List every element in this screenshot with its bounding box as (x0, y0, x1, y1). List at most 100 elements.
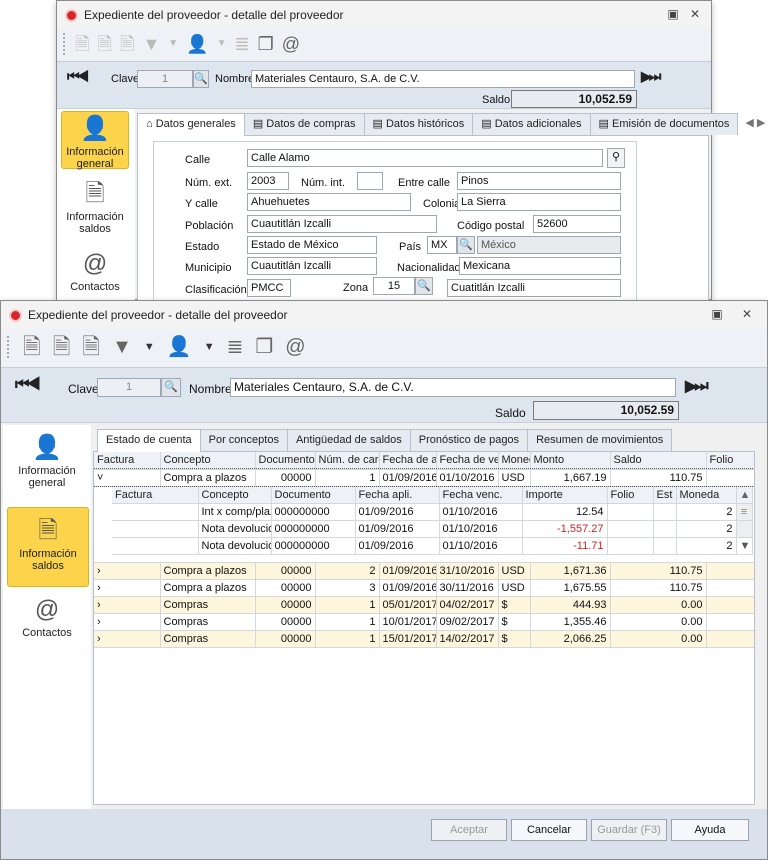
table-row[interactable]: ˅ Compra a plazos 00000 1 01/09/2016 01/… (94, 468, 754, 487)
copy-doc-icon[interactable]: ❐ (255, 337, 273, 357)
zona-field[interactable]: 15 (373, 277, 415, 295)
nombre-field[interactable]: Materiales Centauro, S.A. de C.V. (251, 70, 635, 88)
clasificacion-field[interactable]: PMCC (247, 279, 291, 297)
column-header[interactable]: Factura (112, 486, 199, 504)
tab-pronostico-pagos[interactable]: Pronóstico de pagos (409, 429, 529, 451)
calle-field[interactable]: Calle Alamo (247, 149, 603, 167)
tab-por-conceptos[interactable]: Por conceptos (199, 429, 288, 451)
expand-chevron-icon[interactable]: › (94, 596, 161, 614)
tab-datos-generales[interactable]: ⌂ Datos generales (137, 113, 245, 136)
zona-name-field[interactable]: Cuatitlán Izcalli (447, 279, 621, 297)
tab-datos-compras[interactable]: ▤ Datos de compras (243, 113, 365, 135)
detail-row-item[interactable]: Nota devolució 000000000 01/09/2016 01/1… (112, 520, 753, 538)
y-calle-field[interactable]: Ahuehuetes (247, 193, 411, 211)
expand-chevron-icon[interactable]: › (94, 630, 161, 648)
nombre-field[interactable]: Materiales Centauro, S.A. de C.V. (230, 378, 676, 397)
num-ext-field[interactable]: 2003 (247, 172, 289, 190)
table-row[interactable]: › Compras 00000 1 10/01/2017 09/02/2017 … (94, 613, 754, 631)
email-doc-icon[interactable]: @ (285, 337, 305, 357)
new-doc-icon[interactable]: 🗎 (23, 336, 41, 358)
tab-datos-adicionales[interactable]: ▤ Datos adicionales (472, 113, 591, 135)
tab-estado-cuenta[interactable]: Estado de cuenta (97, 429, 201, 452)
guardar-button[interactable]: Guardar (F3) (591, 819, 667, 841)
column-header[interactable]: Importe (522, 486, 608, 504)
scrollbar-track[interactable] (736, 520, 753, 538)
delete-doc-icon[interactable]: 🗎 (82, 336, 100, 358)
sidebar-item-contactos[interactable]: @ Contactos (7, 591, 87, 647)
filter-dropdown-icon[interactable]: ▼ (144, 341, 155, 353)
expand-chevron-icon[interactable]: › (94, 613, 161, 631)
collapse-chevron-icon[interactable]: ˅ (94, 469, 161, 487)
first-record-icon[interactable]: ⏮◀ (67, 68, 89, 85)
column-header[interactable]: Fecha de ap (379, 452, 437, 470)
coins-icon[interactable]: ≣ (227, 337, 244, 357)
edit-doc-icon[interactable]: 🗎 (53, 336, 71, 358)
search-icon[interactable]: 🔍 (161, 378, 181, 397)
restore-icon[interactable]: ▣ (709, 307, 725, 321)
tab-datos-historicos[interactable]: ▤ Datos históricos (363, 113, 474, 135)
user-money-icon[interactable]: 👤 (167, 337, 192, 357)
next-record-icon[interactable]: ▶⏭ (641, 68, 661, 85)
table-row[interactable]: › Compra a plazos 00000 3 01/09/2016 30/… (94, 579, 754, 597)
poblacion-field[interactable]: Cuautitlán Izcalli (247, 215, 437, 233)
column-header[interactable]: Monto (530, 452, 611, 470)
detail-row-item[interactable]: Int x comp/plaz 000000000 01/09/2016 01/… (112, 503, 753, 521)
cp-field[interactable]: 52600 (533, 215, 621, 233)
column-header[interactable]: Fecha venc. (439, 486, 523, 504)
column-header[interactable]: Moneda (676, 486, 737, 504)
column-header[interactable]: Fecha de ve (436, 452, 499, 470)
column-header[interactable]: Documento (271, 486, 356, 504)
tab-resumen-movimientos[interactable]: Resumen de movimientos (527, 429, 673, 451)
sidebar-item-info-general[interactable]: 👤 Información general (61, 111, 129, 170)
copy-doc-icon[interactable]: ❐ (258, 35, 274, 53)
sidebar-item-info-saldos[interactable]: 🗎 Información saldos (61, 175, 129, 236)
scroll-down-icon[interactable]: ▼ (736, 537, 753, 555)
colonia-field[interactable]: La Sierra (457, 193, 621, 211)
tab-antiguedad-saldos[interactable]: Antigüedad de saldos (286, 429, 411, 451)
column-header[interactable]: Núm. de carg (315, 452, 380, 470)
tab-emision-documentos[interactable]: ▤ Emisión de documentos (589, 113, 739, 135)
num-int-field[interactable] (357, 172, 383, 190)
column-header[interactable]: Concepto (160, 452, 256, 470)
search-icon[interactable]: 🔍 (193, 70, 209, 88)
municipio-field[interactable]: Cuautitlán Izcalli (247, 257, 377, 275)
column-header[interactable]: Folio (706, 452, 754, 470)
nacionalidad-field[interactable]: Mexicana (459, 257, 621, 275)
detail-row-item[interactable]: Nota devolució 000000000 01/09/2016 01/1… (112, 537, 753, 555)
column-header[interactable]: Fecha apli. (355, 486, 440, 504)
column-header[interactable]: Est (653, 486, 677, 504)
table-row[interactable]: › Compras 00000 1 15/01/2017 14/02/2017 … (94, 630, 754, 648)
column-header[interactable]: Folio (607, 486, 654, 504)
column-header[interactable]: Concepto (198, 486, 272, 504)
aceptar-button[interactable]: Aceptar (431, 819, 507, 841)
restore-icon[interactable]: ▣ (665, 7, 681, 21)
clave-field[interactable]: 1 (137, 70, 193, 88)
next-record-icon[interactable]: ▶⏭ (685, 376, 709, 396)
close-icon[interactable]: ✕ (739, 307, 755, 321)
expand-chevron-icon[interactable]: › (94, 579, 161, 597)
zona-search-icon[interactable]: 🔍 (415, 277, 433, 295)
pais-search-icon[interactable]: 🔍 (457, 236, 475, 254)
email-doc-icon[interactable]: @ (282, 35, 300, 53)
map-pin-icon[interactable]: ⚲ (607, 148, 625, 168)
first-record-icon[interactable]: ⏮◀ (15, 376, 41, 394)
ayuda-button[interactable]: Ayuda (671, 819, 749, 841)
scroll-up-icon[interactable]: ▲ (736, 486, 753, 504)
pais-code-field[interactable]: MX (427, 236, 457, 254)
column-header[interactable]: Moneda (498, 452, 531, 470)
user-dropdown-icon[interactable]: ▼ (204, 341, 215, 353)
cancelar-button[interactable]: Cancelar (511, 819, 587, 841)
sidebar-item-info-saldos[interactable]: 🗎 Información saldos (7, 507, 89, 587)
close-icon[interactable]: ✕ (687, 7, 703, 21)
tab-scroll-arrows[interactable]: ◀ ▶ (737, 113, 768, 135)
scrollbar-thumb[interactable]: ≡ (736, 503, 753, 521)
entre-calle-field[interactable]: Pinos (457, 172, 621, 190)
table-row[interactable]: › Compra a plazos 00000 2 01/09/2016 31/… (94, 562, 754, 580)
estado-field[interactable]: Estado de México (247, 236, 377, 254)
clave-field[interactable]: 1 (97, 378, 161, 397)
sidebar-item-info-general[interactable]: 👤 Información general (7, 429, 87, 493)
column-header[interactable]: Saldo (610, 452, 707, 470)
expand-chevron-icon[interactable]: › (94, 562, 161, 580)
sidebar-item-contactos[interactable]: @ Contactos (61, 245, 129, 294)
column-header[interactable]: Documento (255, 452, 316, 470)
